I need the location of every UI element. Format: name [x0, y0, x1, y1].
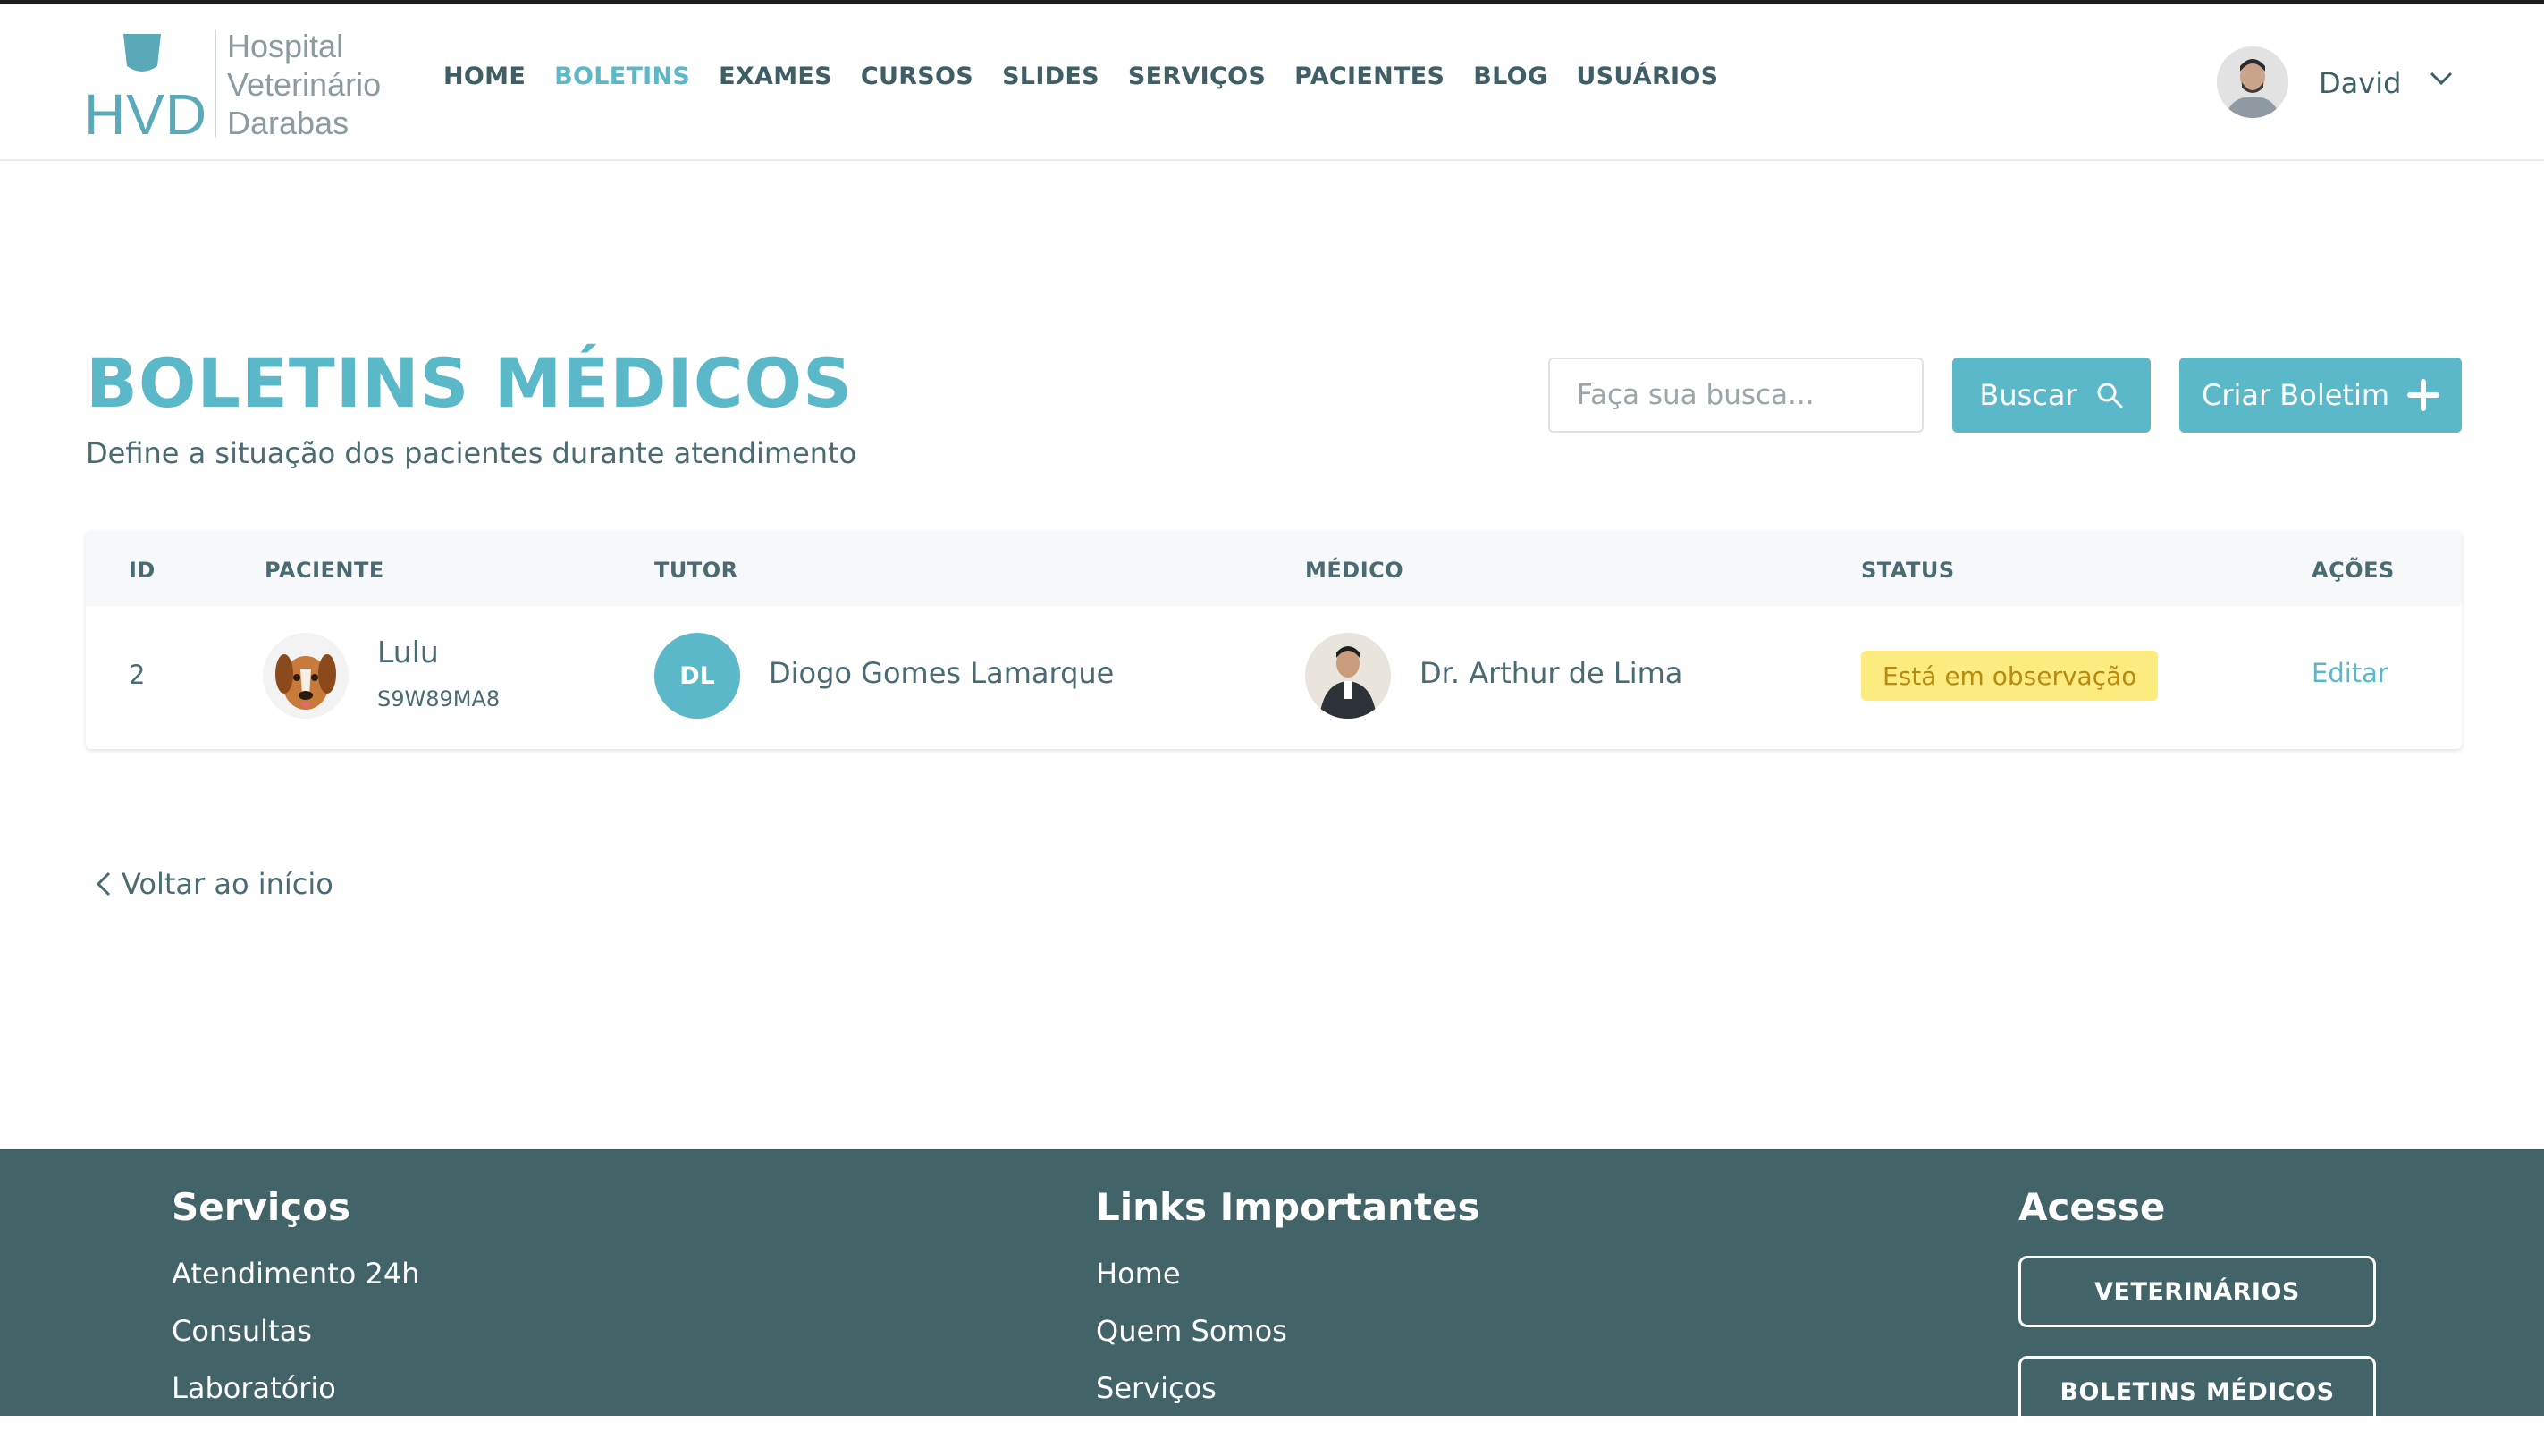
search-input[interactable] — [1548, 358, 1924, 433]
search-button-label: Buscar — [1979, 378, 2077, 412]
patient-name: Lulu — [377, 635, 439, 669]
nav-boletins[interactable]: BOLETINS — [554, 63, 690, 90]
search-icon — [2097, 383, 2123, 408]
chevron-down-icon[interactable] — [2428, 68, 2455, 89]
footer-link-servicos[interactable]: Serviços — [1096, 1370, 1480, 1427]
footer-link-quem-somos[interactable]: Quem Somos — [1096, 1313, 1480, 1370]
user-avatar[interactable] — [2217, 46, 2288, 118]
row-id: 2 — [129, 660, 146, 690]
col-id: ID — [129, 558, 156, 583]
site-footer: Serviços Atendimento 24h Consultas Labor… — [0, 1149, 2544, 1427]
nav-exames[interactable]: EXAMES — [719, 63, 832, 90]
patient-code: S9W89MA8 — [377, 686, 501, 711]
footer-link-consultas[interactable]: Consultas — [172, 1313, 419, 1370]
logo-divider — [215, 30, 216, 138]
doctor-avatar — [1305, 633, 1391, 719]
nav-home[interactable]: HOME — [443, 63, 526, 90]
col-tutor: TUTOR — [654, 558, 738, 583]
search-button[interactable]: Buscar — [1952, 358, 2151, 433]
user-photo-icon — [2217, 46, 2288, 118]
nav-pacientes[interactable]: PACIENTES — [1294, 63, 1445, 90]
plus-icon — [2407, 379, 2440, 411]
logo-initials: HVD — [84, 82, 208, 147]
footer-access-title: Acesse — [2018, 1185, 2166, 1229]
user-menu[interactable]: David — [2217, 43, 2467, 118]
dog-photo-icon — [263, 633, 349, 719]
footer-links-title: Links Importantes — [1096, 1185, 1480, 1229]
col-paciente: PACIENTE — [265, 558, 384, 583]
doctor-name: Dr. Arthur de Lima — [1419, 656, 1683, 690]
logo-line-3: Darabas — [227, 105, 350, 141]
footer-links: Links Importantes Home Quem Somos Serviç… — [1096, 1185, 1480, 1427]
create-bulletin-button[interactable]: Criar Boletim — [2179, 358, 2462, 433]
nav-servicos[interactable]: SERVIÇOS — [1128, 63, 1266, 90]
status-badge: Está em observação — [1861, 651, 2159, 701]
footer-services-title: Serviços — [172, 1185, 350, 1229]
table-header: ID PACIENTE TUTOR MÉDICO STATUS AÇÕES — [86, 531, 2462, 606]
doctor-photo-icon — [1305, 633, 1391, 719]
nav-slides[interactable]: SLIDES — [1002, 63, 1099, 90]
veterinarios-button[interactable]: VETERINÁRIOS — [2018, 1256, 2376, 1327]
nav-usuarios[interactable]: USUÁRIOS — [1576, 63, 1718, 90]
back-to-home-link[interactable]: Voltar ao início — [93, 867, 333, 901]
logo-text: Hospital Veterinário Darabas — [227, 27, 381, 142]
footer-link-home[interactable]: Home — [1096, 1256, 1480, 1313]
nav-blog[interactable]: BLOG — [1473, 63, 1547, 90]
patient-avatar — [263, 633, 349, 719]
nav-cursos[interactable]: CURSOS — [861, 63, 973, 90]
bulletins-table: ID PACIENTE TUTOR MÉDICO STATUS AÇÕES 2 … — [86, 531, 2462, 749]
footer-services: Serviços Atendimento 24h Consultas Labor… — [172, 1185, 419, 1427]
main-nav: HOME BOLETINS EXAMES CURSOS SLIDES SERVI… — [443, 63, 1718, 90]
user-name: David — [2319, 66, 2402, 100]
hospital-logo[interactable]: HVD Hospital Veterinário Darabas — [84, 27, 381, 147]
logo-line-1: Hospital — [227, 28, 344, 64]
back-link-label: Voltar ao início — [122, 867, 333, 901]
tutor-avatar: DL — [654, 633, 740, 719]
boletins-medicos-button[interactable]: BOLETINS MÉDICOS — [2018, 1356, 2376, 1427]
col-medico: MÉDICO — [1305, 558, 1404, 583]
page-subtitle: Define a situação dos pacientes durante … — [86, 436, 857, 470]
edit-link[interactable]: Editar — [2312, 658, 2388, 688]
chevron-left-icon — [96, 871, 111, 896]
footer-link-atendimento[interactable]: Atendimento 24h — [172, 1256, 419, 1313]
tutor-name: Diogo Gomes Lamarque — [769, 656, 1115, 690]
create-button-label: Criar Boletim — [2201, 378, 2390, 412]
logo-line-2: Veterinário — [227, 66, 382, 103]
col-status: STATUS — [1861, 558, 1955, 583]
logo-tooth-icon — [123, 34, 161, 72]
footer-link-laboratorio[interactable]: Laboratório — [172, 1370, 419, 1427]
page-title: BOLETINS MÉDICOS — [86, 343, 853, 423]
site-header: HVD Hospital Veterinário Darabas HOME BO… — [0, 4, 2544, 161]
col-acoes: AÇÕES — [2312, 558, 2395, 583]
